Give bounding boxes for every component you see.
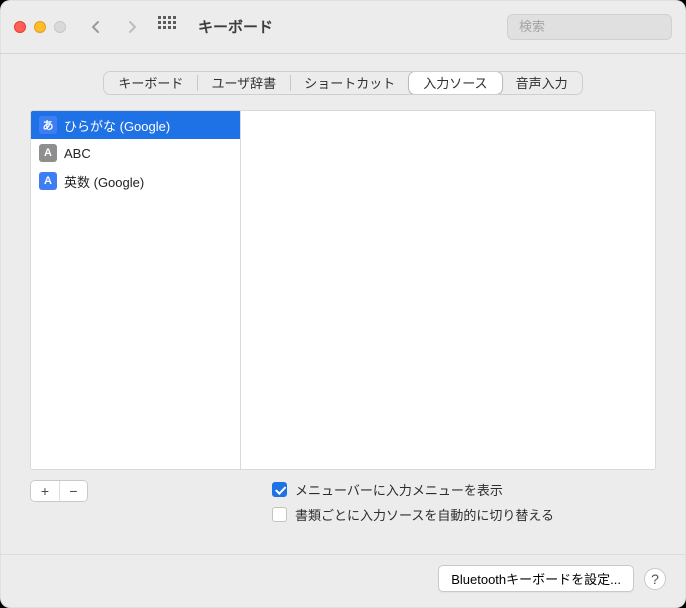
search-field[interactable] <box>507 14 672 40</box>
checkbox-icon <box>272 507 287 522</box>
window-controls <box>14 21 66 33</box>
toolbar: キーボード <box>0 0 686 54</box>
show-all-icon[interactable] <box>158 16 180 38</box>
search-input[interactable] <box>519 19 686 34</box>
show-input-menu-checkbox[interactable]: メニューバーに入力メニューを表示 <box>272 480 554 499</box>
options: メニューバーに入力メニューを表示 書類ごとに入力ソースを自動的に切り替える <box>272 480 554 524</box>
bluetooth-keyboard-button[interactable]: Bluetoothキーボードを設定... <box>438 565 634 592</box>
zoom-window-button[interactable] <box>54 21 66 33</box>
source-label: 英数 (Google) <box>64 172 144 191</box>
input-source-list[interactable]: あ ひらがな (Google) A ABC A 英数 (Google) <box>31 111 241 469</box>
minimize-window-button[interactable] <box>34 21 46 33</box>
tab-input-sources[interactable]: 入力ソース <box>409 72 501 94</box>
chevron-right-icon <box>127 20 137 34</box>
source-label: ひらがな (Google) <box>64 116 170 135</box>
checkbox-label: メニューバーに入力メニューを表示 <box>295 480 503 499</box>
tab-shortcuts[interactable]: ショートカット <box>290 72 409 94</box>
help-button[interactable]: ? <box>644 568 666 590</box>
input-sources-pane: あ ひらがな (Google) A ABC A 英数 (Google) <box>30 110 656 470</box>
segmented-control: キーボード ユーザ辞書 ショートカット 入力ソース 音声入力 <box>104 72 581 94</box>
close-window-button[interactable] <box>14 21 26 33</box>
tab-dictation[interactable]: 音声入力 <box>502 72 582 94</box>
tab-user-dictionary[interactable]: ユーザ辞書 <box>197 72 290 94</box>
keyboard-preview <box>241 111 655 469</box>
checkbox-label: 書類ごとに入力ソースを自動的に切り替える <box>295 505 554 524</box>
tabstrip: キーボード ユーザ辞書 ショートカット 入力ソース 音声入力 <box>0 54 686 94</box>
source-badge-icon: A <box>39 172 57 190</box>
source-badge-icon: A <box>39 144 57 162</box>
chevron-left-icon <box>91 20 101 34</box>
checkbox-icon <box>272 482 287 497</box>
add-remove-control: + − <box>30 480 88 502</box>
source-badge-icon: あ <box>39 116 57 134</box>
footer: Bluetoothキーボードを設定... ? <box>0 554 686 592</box>
list-item[interactable]: あ ひらがな (Google) <box>31 111 240 139</box>
auto-switch-checkbox[interactable]: 書類ごとに入力ソースを自動的に切り替える <box>272 505 554 524</box>
forward-button[interactable] <box>118 15 146 39</box>
window-title: キーボード <box>198 16 273 37</box>
back-button[interactable] <box>82 15 110 39</box>
add-source-button[interactable]: + <box>31 481 59 501</box>
source-label: ABC <box>64 146 91 161</box>
tab-keyboard[interactable]: キーボード <box>104 72 197 94</box>
list-item[interactable]: A ABC <box>31 139 240 167</box>
preferences-window: キーボード キーボード ユーザ辞書 ショートカット 入力ソース 音声入力 あ ひ… <box>0 0 686 608</box>
list-item[interactable]: A 英数 (Google) <box>31 167 240 195</box>
under-pane-row: + − メニューバーに入力メニューを表示 書類ごとに入力ソースを自動的に切り替え… <box>30 480 656 524</box>
remove-source-button[interactable]: − <box>59 481 87 501</box>
